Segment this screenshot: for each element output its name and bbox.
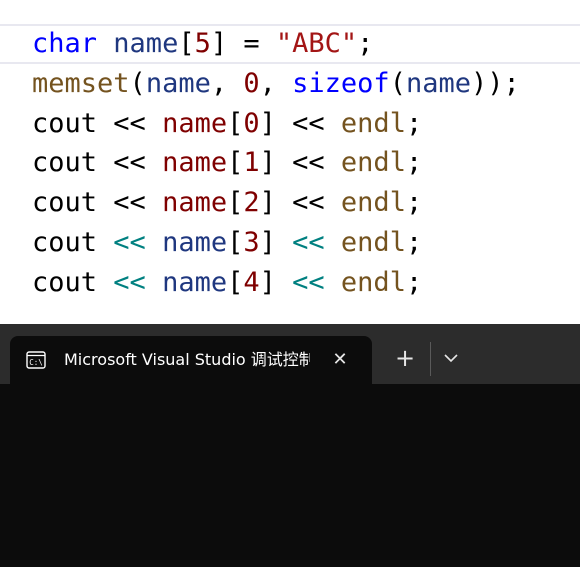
code-text[interactable]: char name[5] = "ABC"; memset(name, 0, siz… [32,24,520,303]
console-icon: C:\ [26,351,46,369]
code-token: << [97,107,163,139]
console-output[interactable] [0,384,580,567]
code-line[interactable]: cout << name[1] << endl; [32,143,520,183]
code-token: name [162,226,228,258]
code-token: ] = [210,28,276,59]
code-token: endl [340,147,406,179]
code-token: ] [259,226,276,258]
code-token: )); [470,67,520,99]
code-token: ( [129,67,146,99]
code-editor[interactable]: char name[5] = "ABC"; memset(name, 0, siz… [0,0,580,324]
code-token: ( [389,67,406,99]
code-token: name [145,67,211,99]
code-token: name [162,147,228,179]
code-token: [ [178,28,195,59]
code-token: name [162,187,228,219]
code-token: cout [32,226,98,258]
code-token: endl [340,107,406,139]
code-token: ; [405,266,423,298]
chevron-down-icon[interactable] [440,346,462,370]
code-token: "ABC" [275,28,358,59]
code-token: endl [340,266,406,298]
terminal-window: C:\ Microsoft Visual Studio 调试控制台 ✕ + [0,324,580,567]
code-token: 0 [243,107,260,139]
code-token: [ [227,147,244,179]
code-token: name [162,266,228,298]
code-token: ] [259,266,276,298]
tab-title: Microsoft Visual Studio 调试控制台 [64,350,310,369]
code-token: 1 [243,147,260,179]
code-token: ; [405,187,423,219]
code-token: cout [32,266,98,298]
code-token: ; [405,147,423,179]
code-token: endl [340,226,406,258]
code-token: endl [340,187,406,219]
code-token: [ [227,187,244,219]
code-token: cout [32,107,98,139]
code-token: ; [357,28,374,59]
code-token: << [275,107,341,139]
code-line[interactable]: memset(name, 0, sizeof(name)); [32,64,520,104]
code-token: name [113,28,179,59]
code-line[interactable]: char name[5] = "ABC"; [32,24,520,64]
code-token: 5 [194,28,211,59]
code-token: << [97,226,163,258]
code-token: << [275,147,341,179]
code-token: << [97,266,163,298]
code-token: name [162,107,228,139]
terminal-tab-bar: C:\ Microsoft Visual Studio 调试控制台 ✕ + [0,324,580,384]
code-token: ; [405,107,423,139]
code-line[interactable]: cout << name[4] << endl; [32,263,520,303]
code-token: ; [405,226,423,258]
code-token: 2 [243,187,260,219]
code-token: memset [32,67,130,99]
code-token: << [97,187,163,219]
code-token: ] [259,107,276,139]
code-token: ] [259,187,276,219]
code-token: [ [227,226,244,258]
code-line[interactable]: cout << name[3] << endl; [32,223,520,263]
tab-divider [430,342,431,376]
code-token: 4 [243,266,260,298]
code-line[interactable]: cout << name[0] << endl; [32,104,520,144]
code-token: << [275,187,341,219]
code-token: 0 [243,67,260,99]
code-token: [ [227,107,244,139]
close-icon[interactable]: ✕ [328,348,352,372]
code-token: cout [32,147,98,179]
code-token: , [259,67,293,99]
code-token: name [405,67,471,99]
code-token: sizeof [292,67,390,99]
code-token: << [275,226,341,258]
code-token: , [210,67,244,99]
code-token: char [32,28,98,59]
code-line[interactable]: cout << name[2] << endl; [32,183,520,223]
code-token: << [275,266,341,298]
svg-text:C:\: C:\ [29,358,43,367]
code-token: 3 [243,226,260,258]
code-token: cout [32,187,98,219]
code-token: [ [227,266,244,298]
plus-icon[interactable]: + [391,344,419,372]
tab-debug-console[interactable]: C:\ Microsoft Visual Studio 调试控制台 ✕ [10,336,372,384]
code-token: << [97,147,163,179]
code-token: ] [259,147,276,179]
